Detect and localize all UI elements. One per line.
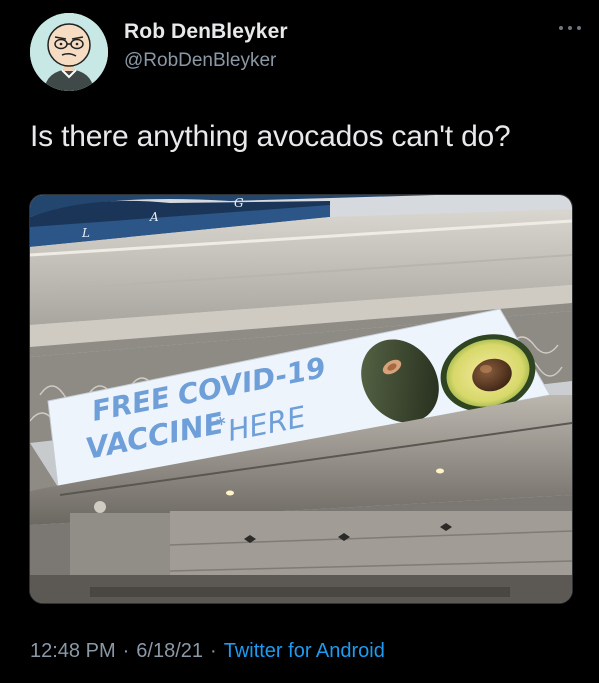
avatar-cartoon-icon [30, 13, 108, 91]
more-horizontal-icon[interactable] [557, 20, 583, 30]
user-handle[interactable]: @RobDenBleyker [124, 50, 288, 72]
author-block[interactable]: Rob DenBleyker @RobDenBleyker [124, 20, 288, 72]
photo-avocado-vaccine-banner: L A G FREE COVID-19 VACCINE * HERE [30, 195, 572, 603]
tweet-text: Is there anything avocados can't do? [30, 120, 511, 153]
tweet-source-link[interactable]: Twitter for Android [224, 640, 385, 662]
tweet-time[interactable]: 12:48 PM [30, 640, 116, 662]
sign-letter: G [234, 196, 244, 210]
meta-separator: · [122, 640, 130, 662]
tweet-photo[interactable]: L A G FREE COVID-19 VACCINE * HERE [29, 194, 573, 604]
sign-letter: A [149, 210, 159, 224]
meta-separator: · [210, 640, 217, 662]
tweet-meta: 12:48 PM · 6/18/21 · Twitter for Android [30, 640, 385, 663]
display-name[interactable]: Rob DenBleyker [124, 20, 288, 44]
avatar[interactable] [30, 13, 108, 91]
tweet-date[interactable]: 6/18/21 [136, 640, 203, 662]
sign-letter: L [81, 226, 90, 240]
tweet: Rob DenBleyker @RobDenBleyker Is there a… [0, 0, 599, 683]
